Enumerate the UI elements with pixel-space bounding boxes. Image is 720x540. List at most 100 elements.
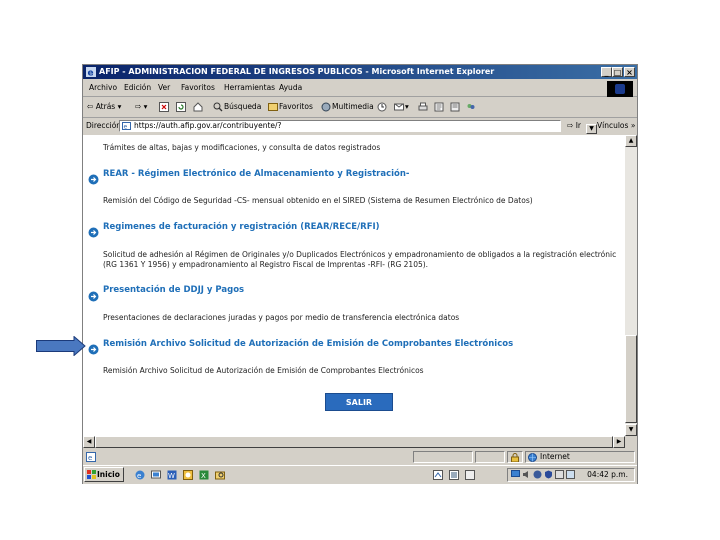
- forward-button[interactable]: ⇨ ▾: [135, 97, 147, 117]
- tray-icon[interactable]: [533, 470, 542, 479]
- vertical-scrollbar[interactable]: ▲ ▼: [625, 135, 637, 436]
- maximize-icon[interactable]: □: [612, 67, 623, 77]
- menu-archivo[interactable]: Archivo: [89, 80, 117, 96]
- horizontal-scrollbar[interactable]: ◀ ▶: [83, 436, 625, 448]
- chevron-down-icon[interactable]: ▼: [586, 124, 597, 134]
- svg-text:e: e: [88, 454, 92, 462]
- history-icon[interactable]: [377, 97, 388, 117]
- window-title: AFIP - ADMINISTRACION FEDERAL DE INGRESO…: [99, 67, 495, 76]
- menu-ayuda[interactable]: Ayuda: [279, 80, 302, 96]
- status-panel: [475, 451, 505, 463]
- taskbar: Inicio e W X 04:42 p.m.: [83, 465, 637, 484]
- svg-text:W: W: [168, 472, 175, 480]
- zone-status-panel: Internet: [525, 451, 635, 463]
- explorer-quicklaunch-icon[interactable]: [215, 470, 225, 480]
- search-button[interactable]: Búsqueda: [213, 97, 261, 117]
- start-button[interactable]: Inicio: [84, 467, 124, 482]
- refresh-icon[interactable]: [176, 97, 187, 117]
- tray-icon[interactable]: [566, 470, 575, 479]
- arrow-right-icon: [88, 174, 99, 185]
- task-icon[interactable]: [449, 470, 459, 480]
- scroll-right-icon[interactable]: ▶: [613, 436, 625, 448]
- minimize-icon[interactable]: _: [601, 67, 612, 77]
- favorites-button[interactable]: Favoritos: [268, 97, 313, 117]
- page-status-icon: e: [86, 452, 96, 462]
- links-label: Vínculos: [597, 121, 629, 130]
- scroll-down-icon[interactable]: ▼: [625, 424, 637, 436]
- address-label: Dirección: [86, 121, 122, 130]
- ie-quicklaunch-icon[interactable]: e: [135, 470, 145, 480]
- clock: 04:42 p.m.: [587, 470, 628, 479]
- lock-status-panel: [507, 451, 523, 463]
- section-description-line2: (RG 1361 Y 1956) y empadronamiento al Re…: [103, 260, 429, 269]
- back-label: Atrás: [95, 102, 116, 111]
- address-bar: Dirección e https://auth.afip.gov.ar/con…: [83, 118, 637, 134]
- lock-icon: [511, 453, 519, 462]
- multimedia-label: Multimedia: [332, 102, 374, 111]
- section-description: Presentaciones de declaraciones juradas …: [103, 313, 460, 322]
- toolbar: ⇦ Atrás ▾ ⇨ ▾ Búsqueda Favoritos Multime…: [83, 97, 637, 118]
- edit-icon[interactable]: [434, 97, 445, 117]
- section-heading[interactable]: Remisión Archivo Solicitud de Autorizaci…: [103, 339, 513, 349]
- links-button[interactable]: Vínculos »: [597, 118, 635, 134]
- mail-icon[interactable]: ▾: [394, 97, 409, 117]
- back-arrow-icon: ⇦: [87, 102, 94, 111]
- outlook-quicklaunch-icon[interactable]: [183, 470, 193, 480]
- status-panel: [413, 451, 473, 463]
- go-button[interactable]: ⇨ Ir: [567, 118, 581, 134]
- ie-logo-icon: e: [86, 67, 96, 77]
- page-icon: e: [122, 122, 131, 130]
- back-button[interactable]: ⇦ Atrás ▾: [87, 97, 121, 117]
- section-heading[interactable]: REAR - Régimen Electrónico de Almacenami…: [103, 169, 409, 179]
- menu-bar: Archivo Edición Ver Favoritos Herramient…: [83, 80, 637, 97]
- windows-flag-icon: [87, 470, 96, 479]
- arrow-right-icon: [88, 227, 99, 238]
- svg-text:e: e: [137, 472, 141, 480]
- status-bar: e Internet: [83, 450, 637, 464]
- close-icon[interactable]: ×: [624, 67, 635, 77]
- title-bar: e AFIP - ADMINISTRACION FEDERAL DE INGRE…: [83, 65, 637, 79]
- volume-icon[interactable]: [522, 470, 531, 479]
- menu-herramientas[interactable]: Herramientas: [224, 80, 275, 96]
- scroll-left-icon[interactable]: ◀: [83, 436, 95, 448]
- exit-button[interactable]: SALIR: [325, 393, 393, 411]
- favorites-icon: [268, 103, 278, 111]
- go-arrow-icon: ⇨: [567, 121, 574, 130]
- section-description: Solicitud de adhesión al Régimen de Orig…: [103, 250, 617, 259]
- address-url: https://auth.afip.gov.ar/contribuyente/?: [134, 121, 282, 130]
- menu-ver[interactable]: Ver: [158, 80, 170, 96]
- task-icon[interactable]: [465, 470, 475, 480]
- menu-edicion[interactable]: Edición: [124, 80, 151, 96]
- svg-text:X: X: [201, 472, 206, 480]
- svg-text:e: e: [88, 69, 94, 78]
- word-quicklaunch-icon[interactable]: W: [167, 470, 177, 480]
- forward-arrow-icon: ⇨: [135, 102, 142, 111]
- scroll-thumb[interactable]: [625, 335, 637, 423]
- task-icon[interactable]: [433, 470, 443, 480]
- globe-icon: [528, 453, 537, 462]
- scroll-thumb-horizontal[interactable]: [95, 436, 613, 448]
- section-heading[interactable]: Regimenes de facturación y registración …: [103, 222, 380, 232]
- shield-icon[interactable]: [544, 470, 553, 479]
- address-input[interactable]: e https://auth.afip.gov.ar/contribuyente…: [119, 120, 597, 134]
- zone-label: Internet: [540, 452, 570, 461]
- multimedia-button[interactable]: Multimedia: [321, 97, 374, 117]
- excel-quicklaunch-icon[interactable]: X: [199, 470, 209, 480]
- section-heading[interactable]: Presentación de DDJJ y Pagos: [103, 285, 244, 295]
- print-icon[interactable]: [418, 97, 429, 117]
- scroll-up-icon[interactable]: ▲: [625, 135, 637, 147]
- arrow-right-icon: [88, 291, 99, 302]
- stop-icon[interactable]: [159, 97, 170, 117]
- discuss-icon[interactable]: [450, 97, 461, 117]
- section-description: Trámites de altas, bajas y modificacione…: [103, 143, 381, 152]
- menu-favoritos[interactable]: Favoritos: [181, 80, 215, 96]
- favorites-label: Favoritos: [279, 102, 313, 111]
- page-content: Trámites de altas, bajas y modificacione…: [83, 135, 625, 436]
- desktop-quicklaunch-icon[interactable]: [151, 470, 161, 480]
- go-label: Ir: [575, 121, 581, 130]
- tray-icon[interactable]: [555, 470, 564, 479]
- network-icon[interactable]: [511, 470, 520, 479]
- messenger-icon[interactable]: [466, 97, 477, 117]
- home-icon[interactable]: [193, 97, 204, 117]
- section-description: Remisión del Código de Seguridad -CS- me…: [103, 196, 533, 205]
